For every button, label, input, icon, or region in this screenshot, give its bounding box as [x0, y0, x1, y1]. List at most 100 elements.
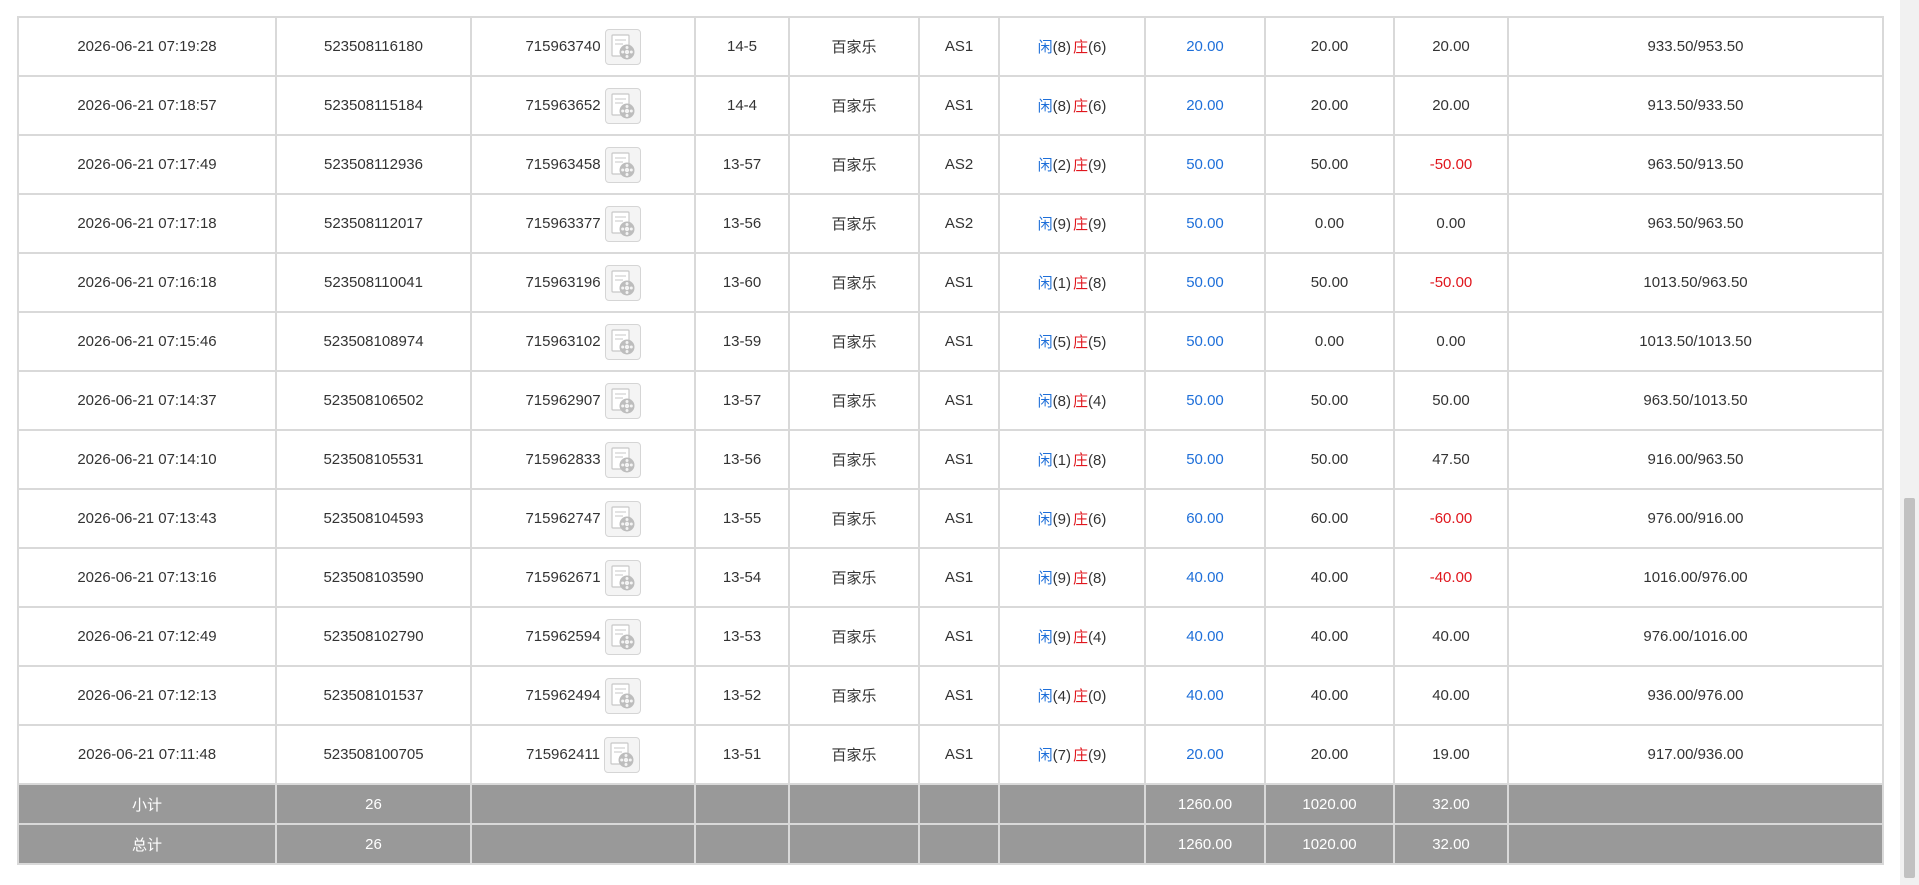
bet-time-cell: 2026-06-21 07:13:43 [17, 488, 277, 549]
video-replay-icon[interactable] [604, 146, 641, 183]
table-row: 2026-06-21 07:13:16 523508103590 7159626… [17, 547, 1884, 608]
room-number-group: 715962907 [525, 382, 641, 419]
valid-bet-cell: 50.00 [1264, 370, 1395, 431]
summary-empty-cell [1507, 783, 1884, 825]
bet-time: 2026-06-21 07:15:46 [77, 333, 217, 350]
table-row: 2026-06-21 07:16:18 523508110041 7159631… [17, 252, 1884, 313]
order-number: 523508108974 [323, 333, 424, 350]
bet-amount-cell: 20.00 [1144, 16, 1266, 77]
bet-amount: 50.00 [1186, 333, 1224, 350]
video-replay-icon[interactable] [604, 87, 641, 124]
video-replay-icon[interactable] [604, 618, 641, 655]
result-cell: 闲(8) 庄(6) [998, 75, 1146, 136]
bet-amount: 50.00 [1186, 274, 1224, 291]
table-row: 2026-06-21 07:14:10 523508105531 7159628… [17, 429, 1884, 490]
balance-change: 976.00/916.00 [1647, 510, 1744, 527]
win-loss: 0.00 [1436, 215, 1466, 232]
bet-time-cell: 2026-06-21 07:12:13 [17, 665, 277, 726]
game-cell: 百家乐 [788, 252, 920, 313]
balance-cell: 916.00/963.50 [1507, 429, 1884, 490]
bet-time-cell: 2026-06-21 07:16:18 [17, 252, 277, 313]
game-name: 百家乐 [831, 98, 877, 115]
room-number-cell: 715962907 [470, 370, 696, 431]
win-loss: -40.00 [1429, 569, 1473, 586]
subtotal-row: 小计 26 1260.00 1020.00 32.00 [17, 783, 1884, 825]
video-replay-icon[interactable] [604, 500, 641, 537]
result-cell: 闲(2) 庄(9) [998, 134, 1146, 195]
banker-label: 庄 [1073, 747, 1089, 764]
table-cell: AS1 [918, 75, 1000, 136]
table-code: AS2 [944, 215, 974, 232]
valid-bet-cell: 20.00 [1264, 724, 1395, 785]
round-cell: 14-5 [694, 16, 790, 77]
room-number: 715962411 [526, 746, 600, 763]
order-number-cell: 523508101537 [275, 665, 472, 726]
balance-cell: 976.00/1016.00 [1507, 606, 1884, 667]
balance-cell: 963.50/1013.50 [1507, 370, 1884, 431]
order-number: 523508115184 [324, 97, 423, 114]
order-number: 523508102790 [323, 628, 424, 645]
banker-label: 庄 [1073, 98, 1089, 115]
table-code: AS1 [944, 746, 974, 763]
win-loss: -60.00 [1429, 510, 1473, 527]
room-number-cell: 715963740 [470, 16, 696, 77]
balance-cell: 1013.50/1013.50 [1507, 311, 1884, 372]
player-label: 闲 [1037, 452, 1053, 469]
room-number-group: 715963377 [525, 205, 641, 242]
video-replay-icon[interactable] [604, 323, 641, 360]
game-cell: 百家乐 [788, 547, 920, 608]
summary-count: 26 [365, 835, 382, 853]
round-number: 13-53 [722, 628, 762, 645]
game-name: 百家乐 [831, 393, 877, 410]
order-number: 523508100705 [323, 746, 424, 763]
video-replay-icon[interactable] [604, 264, 641, 301]
game-name: 百家乐 [831, 157, 877, 174]
round-cell: 13-55 [694, 488, 790, 549]
table-code: AS1 [944, 392, 974, 409]
banker-label: 庄 [1073, 334, 1089, 351]
valid-bet: 50.00 [1310, 451, 1349, 468]
summary-empty-cell [788, 823, 920, 865]
summary-empty-cell [788, 783, 920, 825]
room-number: 715963196 [525, 274, 601, 291]
balance-cell: 976.00/916.00 [1507, 488, 1884, 549]
room-number-group: 715962411 [526, 736, 640, 773]
summary-empty-cell [470, 783, 696, 825]
vertical-scrollbar[interactable] [1900, 0, 1919, 885]
banker-label: 庄 [1073, 511, 1089, 528]
game-cell: 百家乐 [788, 488, 920, 549]
video-replay-icon[interactable] [604, 677, 641, 714]
game-cell: 百家乐 [788, 311, 920, 372]
video-replay-icon[interactable] [604, 441, 641, 478]
summary-count-cell: 26 [275, 783, 472, 825]
balance-change: 963.50/1013.50 [1643, 392, 1748, 409]
video-replay-icon[interactable] [604, 559, 641, 596]
result-cell: 闲(1) 庄(8) [998, 429, 1146, 490]
order-number: 523508112017 [324, 215, 423, 232]
win-loss-cell: 47.50 [1393, 429, 1509, 490]
summary-win-loss: 32.00 [1432, 835, 1470, 853]
round-number: 13-51 [722, 746, 762, 763]
summary-label: 小计 [131, 796, 162, 814]
scrollbar-thumb[interactable] [1904, 498, 1915, 878]
room-number-group: 715962747 [525, 500, 641, 537]
win-loss: 50.00 [1432, 392, 1470, 409]
round-cell: 13-57 [694, 134, 790, 195]
room-number: 715962594 [525, 628, 601, 645]
win-loss: 20.00 [1432, 38, 1470, 55]
round-cell: 13-56 [694, 429, 790, 490]
video-replay-icon[interactable] [604, 205, 641, 242]
top-strip [0, 0, 1900, 16]
bet-amount-cell: 50.00 [1144, 134, 1266, 195]
order-number: 523508110041 [324, 274, 423, 291]
video-replay-icon[interactable] [603, 736, 640, 773]
bet-amount-cell: 40.00 [1144, 606, 1266, 667]
bet-time: 2026-06-21 07:13:16 [77, 569, 217, 586]
bet-amount-cell: 60.00 [1144, 488, 1266, 549]
video-replay-icon[interactable] [604, 28, 641, 65]
bet-time: 2026-06-21 07:14:10 [77, 451, 217, 468]
room-number: 715962907 [525, 392, 601, 409]
room-number: 715962494 [525, 687, 601, 704]
video-replay-icon[interactable] [604, 382, 641, 419]
game-name: 百家乐 [831, 216, 877, 233]
